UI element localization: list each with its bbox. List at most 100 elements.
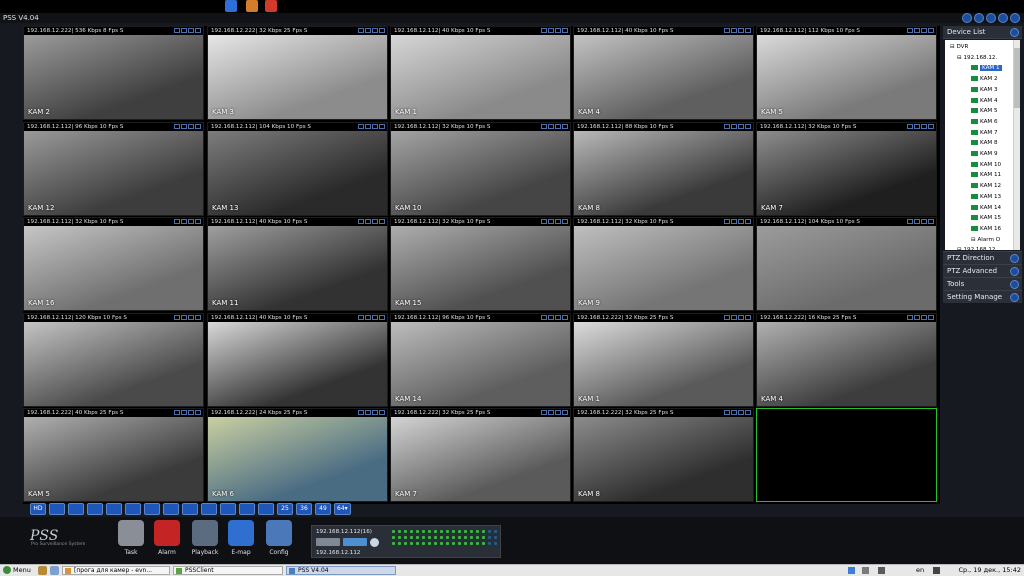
audio-icon[interactable]	[738, 410, 744, 415]
tree-item-camera[interactable]: KAM 14	[971, 203, 1001, 213]
split-layout-icon[interactable]	[201, 503, 217, 515]
record-icon[interactable]	[907, 219, 913, 224]
tree-item-camera[interactable]: KAM 15	[971, 213, 1001, 223]
config-button[interactable]: Config	[262, 520, 296, 560]
tree-item-camera[interactable]: KAM 12	[971, 181, 1001, 191]
split-layout-icon[interactable]	[182, 503, 198, 515]
maximize-icon[interactable]	[998, 13, 1008, 23]
record-icon[interactable]	[358, 315, 364, 320]
close-icon[interactable]	[928, 28, 934, 33]
camera-tile[interactable]: 192.168.12.222| 16 Kbps 25 Fps S KAM 4	[756, 313, 937, 407]
close-icon[interactable]	[745, 315, 751, 320]
close-icon[interactable]	[745, 219, 751, 224]
audio-icon[interactable]	[188, 28, 194, 33]
camera-tile[interactable]: 192.168.12.112| 104 Kbps 10 Fps S	[756, 217, 937, 311]
audio-icon[interactable]	[188, 410, 194, 415]
snapshot-icon[interactable]	[914, 28, 920, 33]
tree-item-camera[interactable]: KAM 1	[971, 63, 1002, 73]
volume-icon[interactable]	[933, 567, 940, 574]
start-menu-button[interactable]: Menu	[3, 565, 31, 576]
record-icon[interactable]	[724, 315, 730, 320]
close-icon[interactable]	[379, 219, 385, 224]
show-desktop-icon[interactable]	[38, 566, 47, 575]
audio-icon[interactable]	[372, 410, 378, 415]
expand-icon[interactable]	[1010, 267, 1019, 276]
tree-item-camera[interactable]: KAM 2	[971, 74, 998, 84]
audio-icon[interactable]	[372, 315, 378, 320]
expand-icon[interactable]	[1010, 293, 1019, 302]
device-list-header[interactable]: Device List	[943, 26, 1022, 39]
split-layout-icon[interactable]	[125, 503, 141, 515]
camera-tile[interactable]: 192.168.12.112| 32 Kbps 10 Fps S KAM 10	[390, 122, 571, 216]
snapshot-icon[interactable]	[365, 28, 371, 33]
close-icon[interactable]	[745, 124, 751, 129]
tree-item-camera[interactable]: KAM 13	[971, 192, 1001, 202]
snapshot-icon[interactable]	[181, 124, 187, 129]
camera-tile[interactable]: 192.168.12.112| 32 Kbps 10 Fps S KAM 15	[390, 217, 571, 311]
snapshot-icon[interactable]	[914, 124, 920, 129]
audio-icon[interactable]	[372, 124, 378, 129]
close-icon[interactable]	[562, 315, 568, 320]
camera-tile[interactable]: 192.168.12.112| 40 Kbps 10 Fps S	[207, 313, 388, 407]
tree-item-camera[interactable]: KAM 7	[971, 128, 998, 138]
camera-tile[interactable]: 192.168.12.112| 112 Kbps 10 Fps S KAM 5	[756, 26, 937, 120]
camera-tile[interactable]: 192.168.12.222| 536 Kbps 8 Fps S KAM 2	[23, 26, 204, 120]
layout-button-0[interactable]: HD	[30, 503, 46, 515]
snapshot-icon[interactable]	[914, 219, 920, 224]
audio-icon[interactable]	[738, 219, 744, 224]
expand-icon[interactable]	[1010, 254, 1019, 263]
camera-tile[interactable]: 192.168.12.112| 32 Kbps 10 Fps S KAM 9	[573, 217, 754, 311]
snapshot-icon[interactable]	[181, 28, 187, 33]
task-button[interactable]: Task	[114, 520, 148, 560]
record-icon[interactable]	[265, 0, 277, 12]
file-manager-icon[interactable]	[50, 566, 59, 575]
split-layout-icon[interactable]	[87, 503, 103, 515]
tree-item-camera[interactable]: KAM 8	[971, 138, 998, 148]
record-icon[interactable]	[174, 315, 180, 320]
camera-tile[interactable]: 192.168.12.112| 40 Kbps 10 Fps S KAM 1	[390, 26, 571, 120]
snapshot-icon[interactable]	[731, 28, 737, 33]
audio-icon[interactable]	[188, 219, 194, 224]
close-icon[interactable]	[379, 28, 385, 33]
close-icon[interactable]	[562, 219, 568, 224]
panel-section-ptz-direction[interactable]: PTZ Direction	[943, 251, 1022, 264]
audio-icon[interactable]	[555, 28, 561, 33]
audio-icon[interactable]	[921, 219, 927, 224]
layout-button-15[interactable]: 49	[315, 503, 331, 515]
record-icon[interactable]	[907, 28, 913, 33]
close-icon[interactable]	[562, 28, 568, 33]
close-icon[interactable]	[562, 410, 568, 415]
record-icon[interactable]	[174, 219, 180, 224]
app-launcher-icon[interactable]	[246, 0, 258, 12]
snapshot-icon[interactable]	[548, 315, 554, 320]
record-icon[interactable]	[358, 124, 364, 129]
snapshot-icon[interactable]	[731, 410, 737, 415]
snapshot-icon[interactable]	[365, 410, 371, 415]
snapshot-icon[interactable]	[548, 410, 554, 415]
close-icon[interactable]	[928, 219, 934, 224]
layout-button-13[interactable]: 25	[277, 503, 293, 515]
panel-section-setting-manage[interactable]: Setting Manage	[943, 290, 1022, 303]
collapse-icon[interactable]	[1010, 28, 1019, 37]
tree-item-camera[interactable]: KAM 3	[971, 85, 998, 95]
close-icon[interactable]	[195, 315, 201, 320]
tree-item-camera[interactable]: KAM 5	[971, 106, 998, 116]
snapshot-icon[interactable]	[731, 219, 737, 224]
record-icon[interactable]	[358, 28, 364, 33]
tree-item-camera[interactable]: KAM 11	[971, 170, 1001, 180]
snapshot-icon[interactable]	[731, 315, 737, 320]
close-icon[interactable]	[379, 315, 385, 320]
split-layout-icon[interactable]	[68, 503, 84, 515]
snapshot-icon[interactable]	[914, 315, 920, 320]
tree-item-camera[interactable]: KAM 6	[971, 117, 998, 127]
audio-icon[interactable]	[555, 124, 561, 129]
snapshot-icon[interactable]	[181, 315, 187, 320]
tree-scroll-thumb[interactable]	[1014, 48, 1020, 108]
audio-icon[interactable]	[188, 315, 194, 320]
audio-icon[interactable]	[188, 124, 194, 129]
close-icon[interactable]	[562, 124, 568, 129]
snapshot-icon[interactable]	[365, 315, 371, 320]
audio-icon[interactable]	[921, 315, 927, 320]
audio-icon[interactable]	[555, 219, 561, 224]
snapshot-icon[interactable]	[548, 124, 554, 129]
